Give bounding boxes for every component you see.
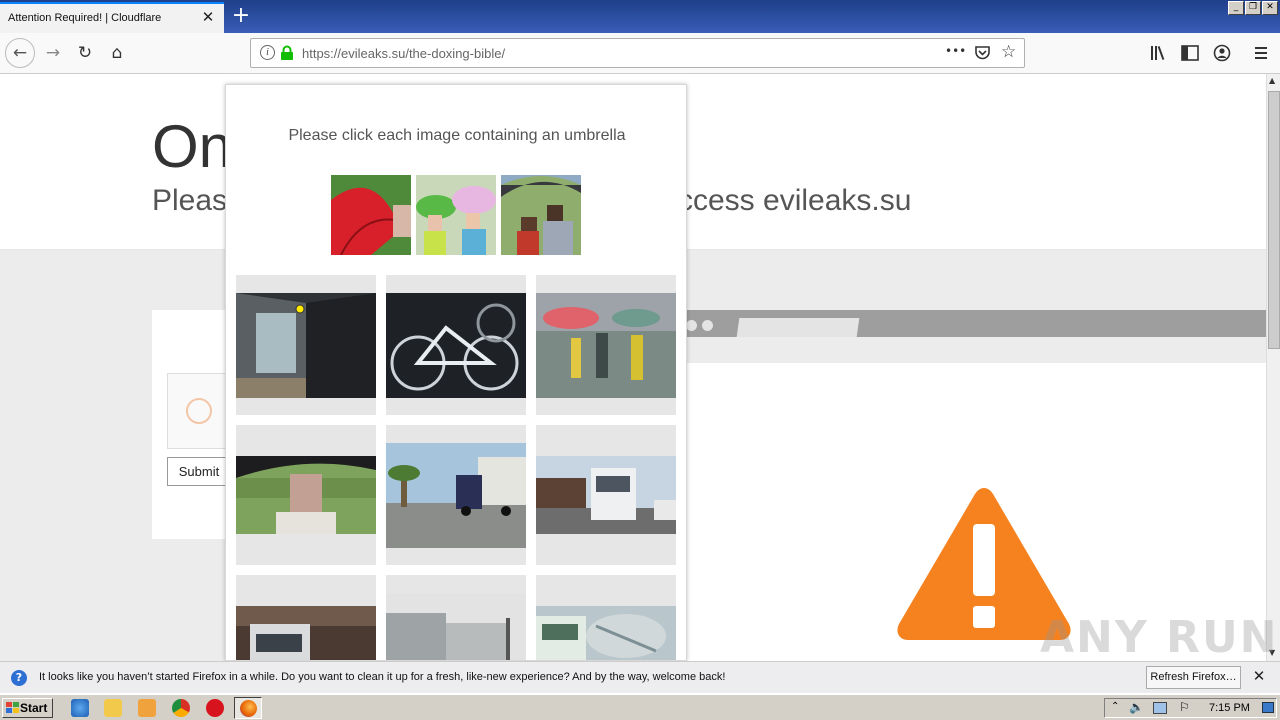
windows-taskbar: Start ⌃ 🔈 ⚐ 7:15 PM	[0, 694, 1280, 720]
captcha-spinner-icon	[186, 398, 212, 424]
scroll-up-icon[interactable]: ▲	[1269, 76, 1275, 85]
notification-message: It looks like you haven’t started Firefo…	[39, 671, 726, 683]
captcha-tile-person-umbrella[interactable]	[236, 425, 376, 565]
opera-icon[interactable]	[206, 699, 224, 717]
navigation-toolbar: ← → ↻ ⌂ i https://evileaks.su/the-doxing…	[0, 33, 1280, 74]
notification-bar: ? It looks like you haven’t started Fire…	[0, 661, 1280, 693]
captcha-tile-truck-palms[interactable]	[386, 425, 526, 565]
system-tray: ⌃ 🔈 ⚐ 7:15 PM	[1104, 698, 1277, 718]
reload-icon[interactable]: ↻	[71, 39, 99, 67]
volume-icon[interactable]: 🔈	[1129, 700, 1144, 714]
tab-strip: Attention Required! | Cloudflare ✕ + _ ❐…	[0, 0, 1280, 33]
captcha-challenge-popup: Please click each image containing an um…	[225, 84, 687, 661]
refresh-firefox-button[interactable]: Refresh Firefox…	[1146, 666, 1241, 689]
action-center-flag-icon[interactable]: ⚐	[1179, 700, 1190, 714]
anyrun-watermark: ANY RUN	[1040, 612, 1279, 663]
example-image-red-umbrella	[331, 175, 411, 255]
example-image-girls-umbrellas	[416, 175, 496, 255]
illustration-dot	[702, 320, 713, 331]
captcha-tile-white-truck[interactable]	[536, 425, 676, 565]
page-scrollbar[interactable]: ▲ ▼	[1266, 74, 1280, 661]
page-subheading: Pleas	[152, 184, 228, 217]
page-subheading-tail: ccess evileaks.su	[678, 184, 912, 217]
firefox-icon	[240, 700, 257, 717]
browser-illustration-tab	[736, 318, 860, 337]
captcha-prompt: Please click each image containing an um…	[288, 127, 626, 144]
back-arrow-icon[interactable]: ←	[5, 38, 35, 68]
page-actions-icon[interactable]: •••	[945, 44, 966, 58]
folder-icon[interactable]	[104, 699, 122, 717]
tab-close-icon[interactable]: ✕	[198, 8, 218, 26]
bookmark-star-icon[interactable]: ☆	[1001, 42, 1016, 62]
ie-icon[interactable]	[71, 699, 89, 717]
captcha-tile-train-platform[interactable]	[236, 275, 376, 415]
sidebar-icon[interactable]	[1181, 45, 1199, 61]
captcha-tile-container-train[interactable]	[386, 575, 526, 660]
illustration-dot	[686, 320, 697, 331]
minimize-button[interactable]: _	[1228, 1, 1244, 15]
url-bar[interactable]: i https://evileaks.su/the-doxing-bible/ …	[250, 38, 1025, 68]
clock: 7:15 PM	[1209, 702, 1250, 714]
menu-icon[interactable]	[1253, 45, 1269, 61]
firefox-taskbar-button[interactable]	[234, 697, 262, 719]
new-tab-button[interactable]: +	[230, 2, 252, 30]
help-icon: ?	[11, 670, 27, 686]
windows-logo-icon	[6, 702, 19, 713]
forward-arrow-icon[interactable]: →	[39, 39, 67, 67]
submit-button[interactable]: Submit	[167, 457, 231, 486]
page-heading: On	[152, 113, 233, 180]
notification-close-icon[interactable]: ✕	[1250, 667, 1268, 687]
start-button[interactable]: Start	[2, 698, 53, 718]
tab-cloudflare[interactable]: Attention Required! | Cloudflare ✕	[0, 2, 224, 33]
tab-title: Attention Required! | Cloudflare	[8, 12, 162, 24]
example-image-man-umbrella	[501, 175, 581, 255]
pocket-icon[interactable]	[974, 45, 991, 61]
tray-expand-icon[interactable]: ⌃	[1111, 701, 1119, 712]
url-text[interactable]: https://evileaks.su/the-doxing-bible/	[302, 46, 505, 61]
chrome-icon[interactable]	[172, 699, 190, 717]
start-label: Start	[20, 701, 48, 715]
scroll-thumb[interactable]	[1268, 91, 1280, 349]
captcha-tile-cement-truck[interactable]	[536, 575, 676, 660]
lock-icon	[281, 45, 293, 60]
restore-button[interactable]: ❐	[1245, 1, 1261, 15]
captcha-tile-bicycles[interactable]	[386, 275, 526, 415]
account-icon[interactable]	[1213, 44, 1231, 62]
library-icon[interactable]	[1150, 45, 1168, 61]
media-player-icon[interactable]	[138, 699, 156, 717]
captcha-tile-crowd-umbrellas[interactable]	[536, 275, 676, 415]
show-desktop-icon[interactable]	[1262, 702, 1274, 713]
window-close-button[interactable]: ✕	[1262, 1, 1278, 15]
network-icon[interactable]	[1153, 702, 1167, 714]
captcha-tile-truck-forest[interactable]	[236, 575, 376, 660]
home-icon[interactable]: ⌂	[103, 39, 131, 67]
site-info-icon[interactable]: i	[260, 45, 275, 60]
